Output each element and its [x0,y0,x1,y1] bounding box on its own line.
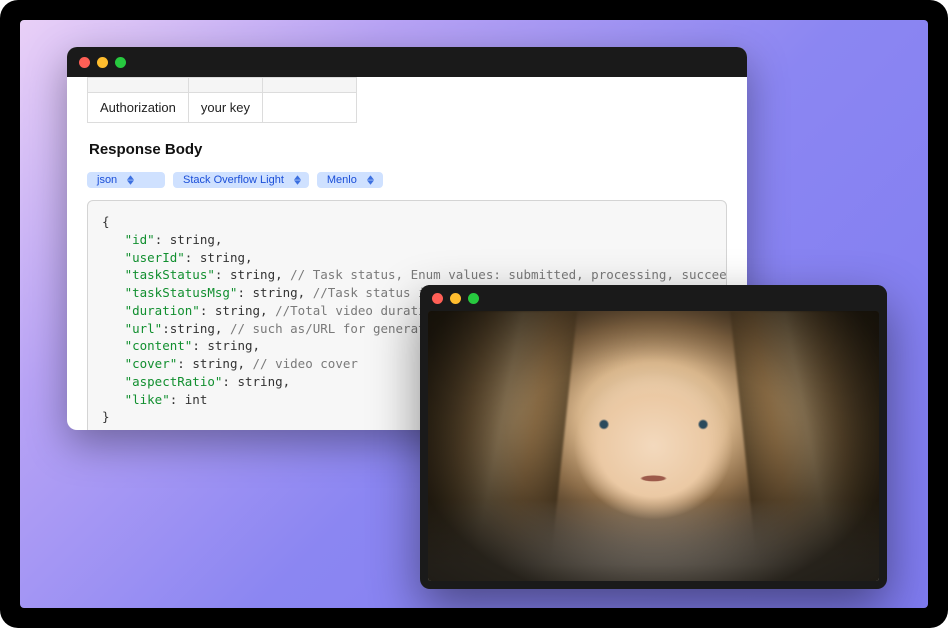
image-preview-window [420,285,887,589]
response-body-heading: Response Body [89,141,727,158]
decorative-layer [428,311,879,581]
outer-frame: Authorization your key Response Body jso… [0,0,948,628]
minimize-icon[interactable] [450,293,461,304]
table-cell [188,78,262,93]
format-select-label: json [97,174,117,186]
maximize-icon[interactable] [115,57,126,68]
titlebar [67,47,747,77]
maximize-icon[interactable] [468,293,479,304]
font-select[interactable]: Menlo [317,172,383,188]
titlebar [420,285,887,311]
auth-key-cell: Authorization [88,93,189,123]
auth-table: Authorization your key [87,77,357,123]
table-cell [263,78,357,93]
chevron-updown-icon [294,175,301,185]
selector-row: json Stack Overflow Light [87,172,727,188]
chevron-updown-icon [127,175,134,185]
chevron-updown-icon [367,175,374,185]
minimize-icon[interactable] [97,57,108,68]
font-select-label: Menlo [327,174,357,186]
image-preview [428,311,879,581]
gradient-background: Authorization your key Response Body jso… [20,20,928,608]
table-cell [263,93,357,123]
theme-select-label: Stack Overflow Light [183,174,284,186]
table-cell [88,78,189,93]
format-select[interactable]: json [87,172,165,188]
theme-select[interactable]: Stack Overflow Light [173,172,309,188]
table-row [88,78,357,93]
close-icon[interactable] [432,293,443,304]
auth-value-cell: your key [188,93,262,123]
close-icon[interactable] [79,57,90,68]
table-row: Authorization your key [88,93,357,123]
